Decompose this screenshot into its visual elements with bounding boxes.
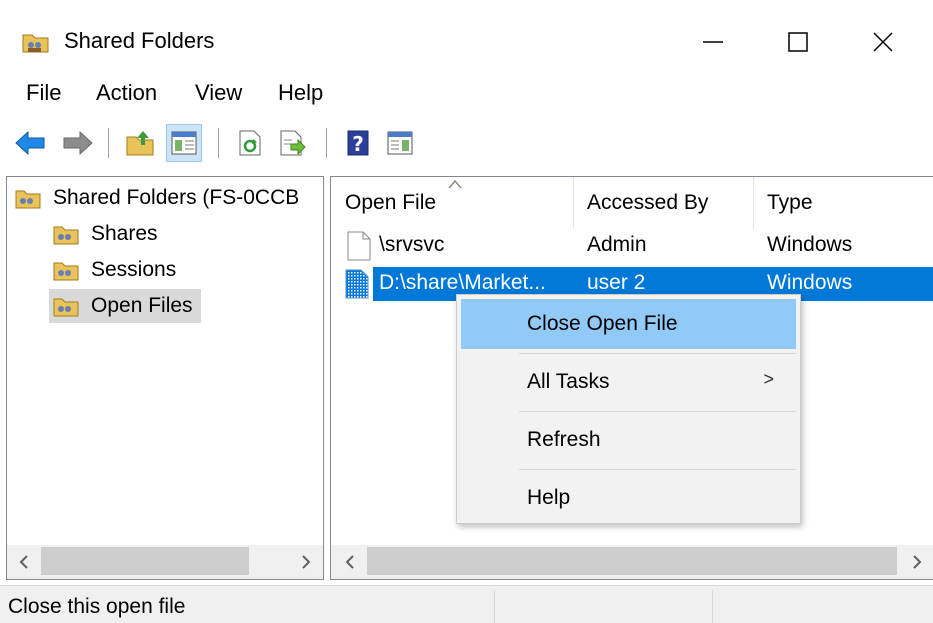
tree-horizontal-scrollbar[interactable] xyxy=(7,545,323,579)
shared-folder-icon xyxy=(15,190,41,209)
column-header-label: Type xyxy=(767,191,813,214)
forward-arrow-icon xyxy=(63,130,93,156)
cell-accessed-by: Admin xyxy=(587,233,647,256)
refresh-icon xyxy=(239,130,261,156)
back-arrow-icon xyxy=(15,130,45,156)
menu-bar: File Action View Help xyxy=(0,78,933,114)
scrollbar-thumb[interactable] xyxy=(367,547,897,575)
column-header-accessed-by[interactable]: Accessed By xyxy=(573,177,753,229)
context-menu-label: Close Open File xyxy=(527,312,678,335)
menu-file[interactable]: File xyxy=(22,80,65,106)
tree-item-sessions[interactable]: Sessions xyxy=(53,253,176,287)
up-folder-icon xyxy=(126,131,154,156)
minimize-icon xyxy=(703,41,723,43)
column-header-open-file[interactable]: Open File xyxy=(331,177,573,229)
maximize-button[interactable] xyxy=(763,16,833,68)
context-menu: Close Open File All Tasks > Refresh Help xyxy=(456,294,801,524)
status-text: Close this open file xyxy=(8,595,186,618)
context-menu-close-open-file[interactable]: Close Open File xyxy=(461,299,796,349)
toolbar: ? xyxy=(0,120,933,166)
context-menu-label: Help xyxy=(527,486,571,509)
context-menu-separator xyxy=(519,353,796,354)
tree-root-shared-folders[interactable]: Shared Folders (FS-0CCB xyxy=(15,181,299,215)
up-one-level-button[interactable] xyxy=(122,124,158,162)
tree-item-label: Sessions xyxy=(91,258,177,281)
show-hide-action-pane-button[interactable] xyxy=(382,124,418,162)
shared-folders-app-icon xyxy=(22,34,49,53)
context-menu-label: Refresh xyxy=(527,428,601,451)
cell-type: Windows xyxy=(767,233,853,256)
menu-action[interactable]: Action xyxy=(92,80,161,106)
refresh-button[interactable] xyxy=(232,124,268,162)
window-title: Shared Folders xyxy=(64,28,215,53)
menu-view[interactable]: View xyxy=(191,80,246,106)
chevron-left-icon xyxy=(345,555,354,569)
toolbar-separator xyxy=(218,128,219,158)
forward-button[interactable] xyxy=(60,124,96,162)
chevron-right-icon xyxy=(913,555,922,569)
export-list-button[interactable] xyxy=(274,124,310,162)
shared-folder-icon xyxy=(53,262,79,281)
minimize-button[interactable] xyxy=(678,16,748,68)
toolbar-separator xyxy=(326,128,327,158)
console-tree-pane[interactable]: Shared Folders (FS-0CCB Shares Sessions … xyxy=(6,176,324,580)
context-menu-help[interactable]: Help xyxy=(461,473,796,523)
column-header-label: Open File xyxy=(345,191,437,214)
chevron-right-icon xyxy=(302,555,311,569)
status-divider xyxy=(712,590,713,623)
show-hide-console-tree-button[interactable] xyxy=(166,124,202,162)
list-row[interactable]: \srvsvc Admin Windows xyxy=(331,229,933,263)
file-icon xyxy=(347,231,371,261)
toolbar-separator xyxy=(108,128,109,158)
svg-text:?: ? xyxy=(352,132,364,156)
export-list-icon xyxy=(280,130,306,156)
help-button[interactable]: ? xyxy=(340,124,376,162)
context-menu-separator xyxy=(519,411,796,412)
scroll-right-button[interactable] xyxy=(289,545,323,579)
back-button[interactable] xyxy=(12,124,48,162)
tree-item-label: Open Files xyxy=(91,294,193,317)
tree-item-label: Shares xyxy=(91,222,158,245)
column-header-type[interactable]: Type xyxy=(753,177,933,229)
context-menu-refresh[interactable]: Refresh xyxy=(461,415,796,465)
submenu-arrow-icon: > xyxy=(763,369,774,389)
scrollbar-thumb[interactable] xyxy=(41,547,249,575)
list-horizontal-scrollbar[interactable] xyxy=(331,545,933,579)
sort-ascending-icon xyxy=(448,179,462,189)
context-menu-label: All Tasks xyxy=(527,370,610,393)
help-icon: ? xyxy=(347,130,369,156)
scroll-right-button[interactable] xyxy=(900,545,933,579)
cell-open-file: \srvsvc xyxy=(379,233,445,256)
menu-help[interactable]: Help xyxy=(274,80,327,106)
cell-accessed-by: user 2 xyxy=(587,271,646,294)
chevron-left-icon xyxy=(19,555,28,569)
close-button[interactable] xyxy=(848,16,918,68)
show-action-pane-icon xyxy=(387,131,413,155)
tree-item-label: Shared Folders (FS-0CCB xyxy=(53,186,300,209)
title-bar: Shared Folders xyxy=(0,0,933,78)
close-icon xyxy=(873,32,893,52)
show-hide-console-tree-icon xyxy=(171,131,197,155)
scroll-left-button[interactable] xyxy=(7,545,41,579)
context-menu-separator xyxy=(519,469,796,470)
context-menu-all-tasks[interactable]: All Tasks > xyxy=(461,357,796,407)
status-bar: Close this open file xyxy=(0,585,933,623)
status-divider xyxy=(494,590,495,623)
cell-open-file: D:\share\Market... xyxy=(379,271,546,294)
file-icon xyxy=(345,269,369,299)
cell-type: Windows xyxy=(767,271,853,294)
shared-folder-icon xyxy=(53,226,79,245)
tree-item-shares[interactable]: Shares xyxy=(53,217,158,251)
column-header-label: Accessed By xyxy=(587,191,709,214)
tree-item-open-files[interactable]: Open Files xyxy=(49,289,201,323)
scroll-left-button[interactable] xyxy=(333,545,367,579)
maximize-icon xyxy=(788,32,808,52)
shared-folder-icon xyxy=(53,298,79,317)
